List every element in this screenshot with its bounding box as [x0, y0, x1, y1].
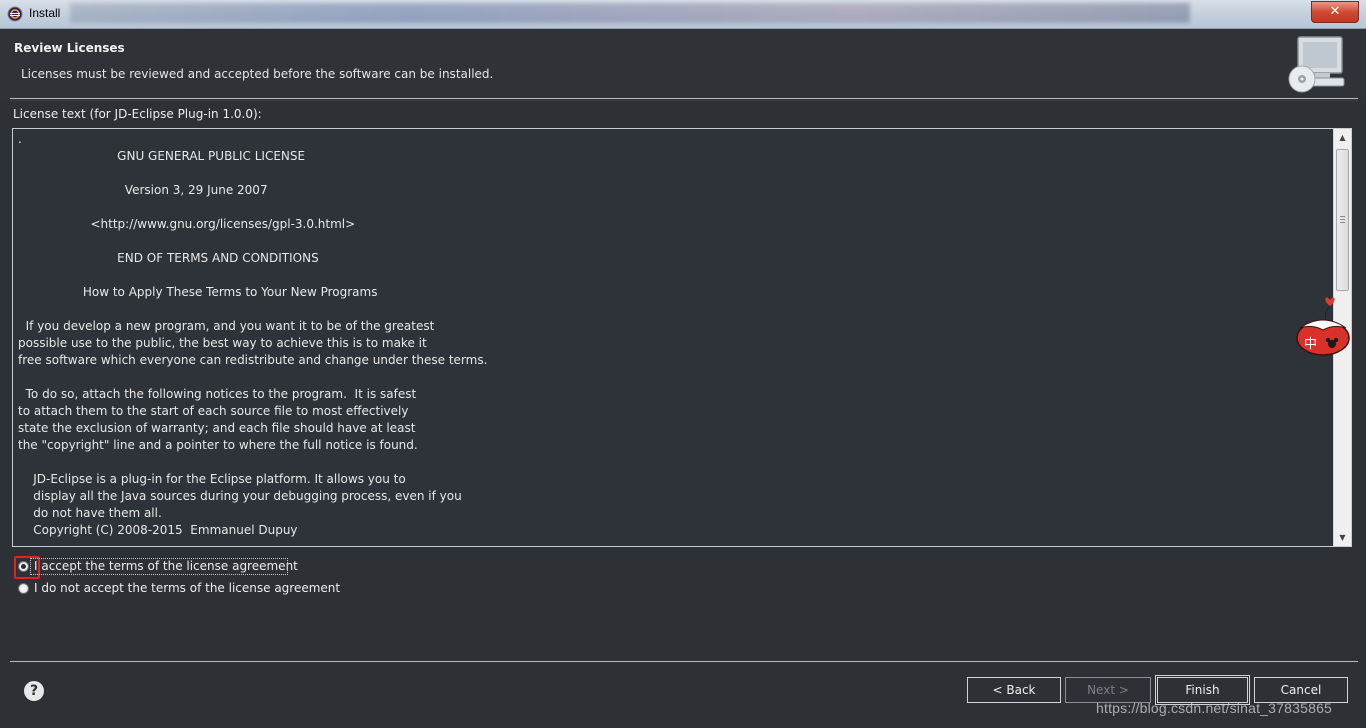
back-button[interactable]: < Back: [967, 677, 1061, 703]
decline-radio-label[interactable]: I do not accept the terms of the license…: [34, 581, 340, 595]
thumb-grip-line: [1340, 222, 1345, 223]
window-title: Install: [29, 6, 61, 20]
thumb-grip-line: [1340, 216, 1345, 217]
install-dialog: Install ✕ Review Licenses Licenses must …: [0, 0, 1366, 728]
install-computer-icon: [1288, 36, 1345, 93]
license-text-label: License text (for JD-Eclipse Plug-in 1.0…: [13, 107, 262, 121]
scrollbar-thumb[interactable]: [1336, 149, 1349, 291]
header-separator-shadow: [10, 100, 1358, 101]
license-text-area[interactable]: . GNU GENERAL PUBLIC LICENSE Version 3, …: [12, 128, 1352, 547]
title-bar-background: [70, 3, 1190, 23]
page-title: Review Licenses: [14, 41, 125, 55]
page-description: Licenses must be reviewed and accepted b…: [21, 67, 494, 81]
focus-indicator: [30, 558, 288, 575]
watermark-text: https://blog.csdn.net/sinat_37835865: [1096, 700, 1333, 716]
title-bar[interactable]: Install ✕: [0, 0, 1366, 29]
header-separator: [10, 98, 1358, 99]
input-method-mascot-icon[interactable]: 中: [1294, 290, 1352, 358]
eclipse-icon: [7, 6, 23, 22]
scroll-up-arrow-icon[interactable]: ▲: [1334, 129, 1351, 146]
mascot-label: 中: [1304, 337, 1317, 352]
thumb-grip-line: [1340, 219, 1345, 220]
license-text: . GNU GENERAL PUBLIC LICENSE Version 3, …: [18, 132, 488, 537]
help-icon[interactable]: ?: [24, 681, 44, 701]
license-label-text: License text (for JD-Eclipse Plug-in 1.0…: [13, 107, 262, 121]
close-button[interactable]: ✕: [1311, 1, 1359, 23]
decline-radio[interactable]: [18, 582, 29, 594]
footer-separator: [10, 661, 1358, 662]
scroll-down-arrow-icon[interactable]: ▼: [1334, 529, 1351, 546]
wizard-header: Review Licenses Licenses must be reviewe…: [0, 29, 1366, 99]
decline-license-option[interactable]: I do not accept the terms of the license…: [16, 579, 340, 597]
